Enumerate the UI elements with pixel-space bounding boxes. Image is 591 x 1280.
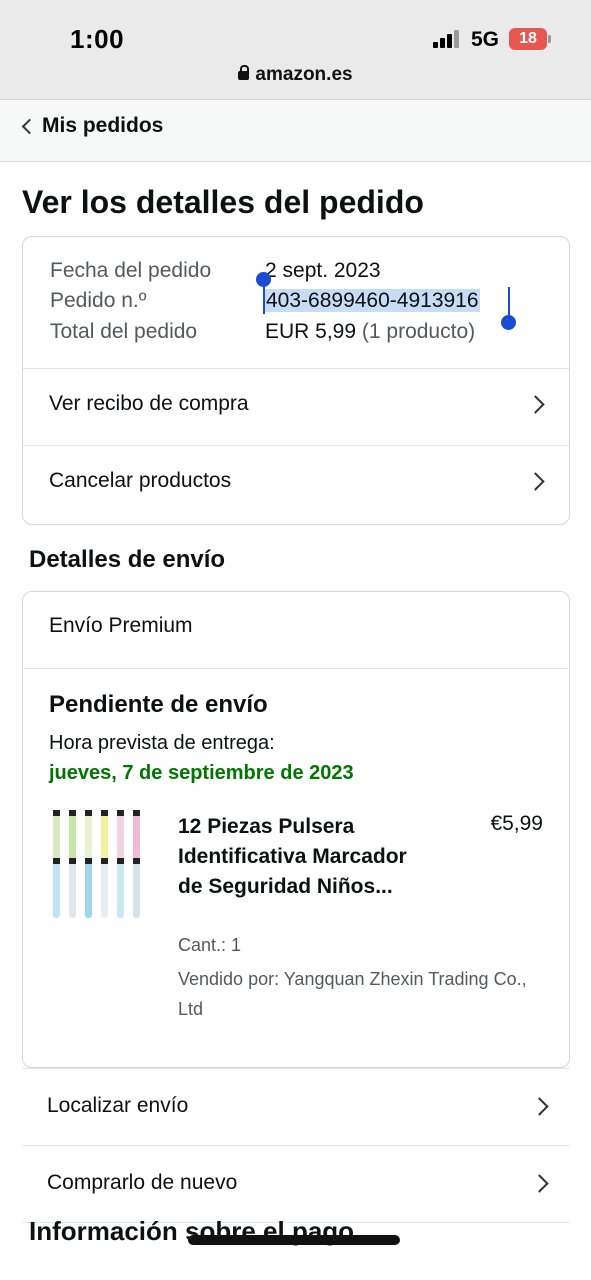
product-image[interactable] [49,810,153,920]
selection-start-caret [263,284,265,314]
battery-icon: 18 [509,28,551,50]
order-date-label: Fecha del pedido [50,259,212,282]
product-price: €5,99 [490,812,543,835]
divider [23,668,569,669]
buy-again-row[interactable]: Comprarlo de nuevo [22,1145,570,1223]
back-navigation[interactable]: Mis pedidos [0,100,591,162]
chevron-right-icon [526,395,545,414]
product-title[interactable]: 12 Piezas Pulsera Identificativa Marcado… [178,812,418,902]
order-total-amount: EUR 5,99 [265,320,357,343]
view-receipt-row[interactable]: Ver recibo de compra [23,368,569,446]
eta-date: jueves, 7 de septiembre de 2023 [49,762,354,784]
chevron-left-icon [21,118,38,135]
status-time: 1:00 [70,24,125,54]
page-title: Ver los detalles del pedido [22,184,424,220]
selection-end-caret [508,287,510,317]
shipping-heading: Detalles de envío [29,546,226,573]
order-date-value: 2 sept. 2023 [265,259,381,282]
chevron-right-icon [530,1097,549,1116]
order-total-label: Total del pedido [50,320,198,343]
order-item-count: (1 producto) [361,320,476,343]
product-quantity: Cant.: 1 [178,935,242,955]
product-seller: Vendido por: Yangquan Zhexin Trading Co.… [178,969,527,1019]
selection-end-handle[interactable] [501,315,516,330]
network-type: 5G [471,28,500,51]
lock-icon [238,65,250,80]
shipping-method: Envío Premium [49,614,193,637]
view-receipt-label: Ver recibo de compra [49,392,249,415]
eta-label: Hora prevista de entrega: [49,732,275,754]
track-shipment-row[interactable]: Localizar envío [22,1068,570,1146]
buy-again-label: Comprarlo de nuevo [47,1171,238,1194]
cellular-signal-icon [433,30,463,48]
track-shipment-label: Localizar envío [47,1094,189,1117]
back-link-label[interactable]: Mis pedidos [42,114,163,138]
chevron-right-icon [526,472,545,491]
shipment-status: Pendiente de envío [49,691,268,718]
order-total-value: EUR 5,99 (1 producto) [265,320,475,344]
selected-text[interactable]: 403-6899460-4913916 [265,289,480,312]
order-number-label: Pedido n.º [50,289,147,312]
order-number-value[interactable]: 403-6899460-4913916 [265,289,480,313]
browser-chrome: 1:00 5G 18 amazon.es [0,0,591,100]
redaction-scribble [188,1235,400,1245]
cancel-products-label: Cancelar productos [49,469,232,492]
url-text: amazon.es [255,64,353,85]
address-bar[interactable]: amazon.es [0,64,591,86]
shipment-card: Envío Premium Pendiente de envío Hora pr… [22,591,570,1068]
order-summary-card: Fecha del pedido 2 sept. 2023 Pedido n.º… [22,236,570,525]
chevron-right-icon [530,1174,549,1193]
cancel-products-row[interactable]: Cancelar productos [23,445,569,524]
